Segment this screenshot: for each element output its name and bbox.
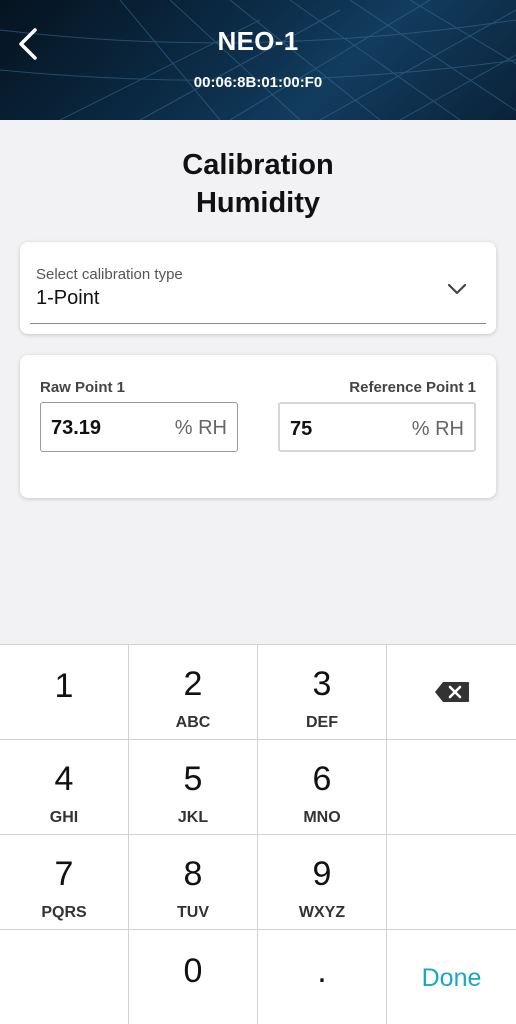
key-digit: 4 bbox=[54, 760, 74, 798]
reference-point-value: 75 bbox=[290, 418, 313, 440]
key-5[interactable]: 5 JKL bbox=[129, 740, 258, 835]
backspace-key[interactable] bbox=[387, 645, 516, 740]
select-value[interactable]: 1-Point bbox=[36, 287, 99, 310]
key-digit: 8 bbox=[183, 855, 203, 893]
key-letters: GHI bbox=[49, 809, 79, 826]
select-underline bbox=[30, 323, 486, 324]
key-9[interactable]: 9 WXYZ bbox=[258, 835, 387, 930]
page-title-line1: Calibration bbox=[182, 149, 334, 181]
key-digit: 7 bbox=[54, 855, 74, 893]
chevron-down-icon[interactable] bbox=[446, 278, 468, 300]
reference-point-label: Reference Point 1 bbox=[349, 379, 476, 396]
empty-key bbox=[387, 740, 516, 835]
key-digit: . bbox=[317, 952, 327, 990]
key-digit: 2 bbox=[183, 665, 203, 703]
device-name: NEO-1 bbox=[217, 26, 299, 56]
raw-point-input[interactable]: 73.19 % RH bbox=[40, 402, 238, 452]
numeric-keypad: 1 2 ABC 3 DEF 4 GHI 5 JKL 6 MNO 7 PQRS 8… bbox=[0, 644, 516, 1024]
device-mac-address: 00:06:8B:01:00:F0 bbox=[193, 74, 323, 91]
key-0[interactable]: 0 bbox=[129, 930, 258, 1024]
key-8[interactable]: 8 TUV bbox=[129, 835, 258, 930]
key-letters: JKL bbox=[177, 809, 209, 826]
done-label: Done bbox=[421, 964, 482, 992]
key-digit: 6 bbox=[312, 760, 332, 798]
key-letters: TUV bbox=[177, 904, 209, 921]
raw-point-unit: % RH bbox=[174, 417, 227, 439]
calibration-type-select[interactable]: Select calibration type 1-Point bbox=[20, 242, 496, 334]
key-7[interactable]: 7 PQRS bbox=[0, 835, 129, 930]
reference-point-unit: % RH bbox=[411, 418, 464, 440]
key-letters: DEF bbox=[306, 714, 338, 731]
raw-point-value: 73.19 bbox=[51, 417, 102, 439]
calibration-points-card: Raw Point 1 Reference Point 1 73.19 % RH… bbox=[20, 355, 496, 498]
key-letters: WXYZ bbox=[298, 904, 346, 921]
empty-key bbox=[387, 835, 516, 930]
key-digit: 5 bbox=[183, 760, 203, 798]
backspace-icon bbox=[435, 682, 469, 702]
done-button[interactable]: Done bbox=[387, 930, 516, 1024]
app-header: NEO-1 00:06:8B:01:00:F0 bbox=[0, 0, 516, 120]
key-4[interactable]: 4 GHI bbox=[0, 740, 129, 835]
key-2[interactable]: 2 ABC bbox=[129, 645, 258, 740]
key-1[interactable]: 1 bbox=[0, 645, 129, 740]
key-6[interactable]: 6 MNO bbox=[258, 740, 387, 835]
page-title-line2: Humidity bbox=[195, 187, 321, 219]
select-label: Select calibration type bbox=[36, 266, 183, 283]
key-digit: 3 bbox=[312, 665, 332, 703]
key-digit: 1 bbox=[54, 667, 74, 705]
key-digit: 9 bbox=[312, 855, 332, 893]
key-decimal[interactable]: . bbox=[258, 930, 387, 1024]
key-3[interactable]: 3 DEF bbox=[258, 645, 387, 740]
key-digit: 0 bbox=[183, 952, 203, 990]
empty-key bbox=[0, 930, 129, 1024]
reference-point-input[interactable]: 75 % RH bbox=[278, 402, 476, 452]
key-letters: MNO bbox=[303, 809, 341, 826]
key-letters: PQRS bbox=[41, 904, 87, 921]
page-title: Calibration Humidity bbox=[0, 146, 516, 222]
header-background-pattern bbox=[0, 0, 516, 120]
key-letters: ABC bbox=[175, 714, 211, 731]
raw-point-label: Raw Point 1 bbox=[40, 379, 126, 396]
